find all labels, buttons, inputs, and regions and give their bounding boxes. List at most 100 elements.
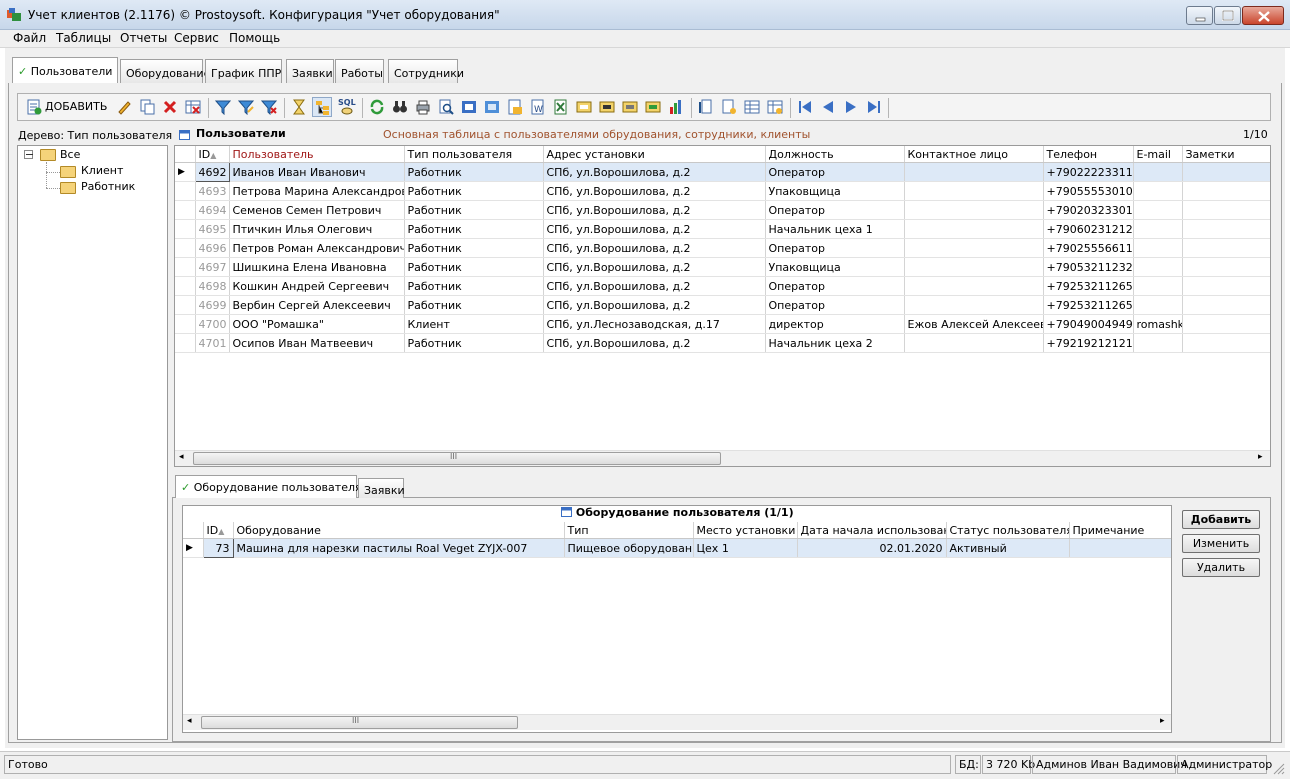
table-cell[interactable]: Упаковщица [765,181,905,201]
table-cell[interactable]: СПб, ул.Ворошилова, д.2 [543,181,766,201]
table-cell[interactable]: Осипов Иван Матвеевич [229,333,405,353]
table-cell[interactable]: СПб, ул.Ворошилова, д.2 [543,219,766,239]
column-header-id[interactable]: ID▲ [195,146,230,163]
column-header-user[interactable]: Пользователь [229,146,405,163]
export-dbf-icon[interactable] [645,99,661,115]
table-cell[interactable]: Кошкин Андрей Сергеевич [229,276,405,296]
table-cell[interactable]: Работник [404,181,544,201]
table-cell[interactable]: Шишкина Елена Ивановна [229,257,405,277]
table-cell[interactable]: +79253211265 [1043,295,1134,315]
column-header-phone[interactable]: Телефон [1043,146,1134,163]
table-cell[interactable]: Работник [404,238,544,258]
table-cell[interactable]: Начальник цеха 1 [765,219,905,239]
menu-service[interactable]: Сервис [174,31,219,45]
menu-reports[interactable]: Отчеты [120,31,167,45]
table-cell[interactable]: 4694 [195,200,230,220]
table-cell[interactable] [1133,257,1183,277]
table-cell[interactable] [1069,538,1171,558]
table-cell[interactable] [1182,333,1270,353]
table-cell[interactable]: Работник [404,219,544,239]
column-header-address[interactable]: Адрес установки [543,146,766,163]
table-cell[interactable]: +79053211232 [1043,257,1134,277]
tree-collapse-toggle[interactable] [24,150,33,159]
export-doc-icon[interactable] [484,99,500,115]
row-indicator[interactable] [175,276,196,296]
table-cell[interactable]: СПб, ул.Ворошилова, д.2 [543,162,766,182]
table-cell[interactable]: 4697 [195,257,230,277]
table-cell[interactable]: Оператор [765,238,905,258]
row-indicator[interactable] [175,295,196,315]
resize-grip-icon[interactable] [1272,762,1286,776]
column-header-user-status[interactable]: Статус пользователя [946,522,1070,539]
table-cell[interactable] [1182,219,1270,239]
table-cell[interactable] [1182,276,1270,296]
table-row[interactable]: 4697 Шишкина Елена Ивановна Работник СПб, у… [175,257,1270,277]
column-header-location[interactable]: Место установки [693,522,798,539]
sort-icon[interactable] [698,99,714,115]
table-row[interactable]: 4695 Птичкин Илья Олегович Работник СПб, ул… [175,219,1270,239]
table-cell[interactable]: 4693 [195,181,230,201]
table-cell[interactable] [1182,200,1270,220]
tab-requests[interactable]: Заявки [286,59,334,83]
column-header-email[interactable]: E-mail [1133,146,1183,163]
add-button[interactable]: ДОБАВИТЬ [26,98,110,116]
menu-help[interactable]: Помощь [229,31,280,45]
chart-icon[interactable] [668,99,684,115]
table-cell[interactable] [1182,257,1270,277]
table-cell[interactable]: Петрова Марина Александровна [229,181,405,201]
table-cell[interactable]: Петров Роман Александрович [229,238,405,258]
tab-user-equipment[interactable]: ✓ Оборудование пользователя [175,475,362,498]
scroll-right-icon[interactable]: ▸ [1160,716,1165,726]
table-cell[interactable]: Пищевое оборудование [564,538,694,558]
menu-tables[interactable]: Таблицы [56,31,111,45]
table-cell[interactable] [1133,295,1183,315]
export-xml-icon[interactable] [599,99,615,115]
column-header-type[interactable]: Тип [564,522,694,539]
columns-icon[interactable] [744,99,760,115]
last-record-icon[interactable] [866,99,882,115]
column-header-note[interactable]: Примечание [1069,522,1171,539]
refresh-icon[interactable] [369,99,385,115]
table-row[interactable]: 4700 ООО "Ромашка" Клиент СПб, ул.Леснозаво… [175,314,1270,334]
table-cell[interactable]: Цех 1 [693,538,798,558]
table-cell[interactable]: СПб, ул.Ворошилова, д.2 [543,333,766,353]
table-cell[interactable] [904,181,1044,201]
column-header-user-type[interactable]: Тип пользователя [404,146,544,163]
column-header-id[interactable]: ID▲ [203,522,234,539]
table-cell[interactable]: СПб, ул.Ворошилова, д.2 [543,200,766,220]
table-row[interactable]: 4701 Осипов Иван Матвеевич Работник СПб, ул… [175,333,1270,353]
table-row[interactable]: 4699 Вербин Сергей Алексеевич Работник СПб,… [175,295,1270,315]
tree-node-client[interactable]: Клиент [81,164,123,177]
filter-icon[interactable] [215,99,231,115]
table-cell[interactable]: Птичкин Илья Олегович [229,219,405,239]
edit-pencil-icon[interactable] [116,99,132,115]
table-cell[interactable]: Работник [404,333,544,353]
users-hscrollbar[interactable]: ◂ III ▸ [175,450,1270,466]
print-preview-icon[interactable] [438,99,454,115]
table-cell[interactable] [1133,162,1183,182]
table-cell[interactable]: Работник [404,257,544,277]
export-rtf-icon[interactable]: W [530,99,546,115]
current-row-indicator-icon[interactable]: ▶ [183,538,204,558]
table-cell[interactable]: Работник [404,295,544,315]
tree-toggle-button[interactable] [312,97,332,117]
table-cell[interactable]: 4699 [195,295,230,315]
table-cell[interactable]: +79022223311 [1043,162,1134,182]
tree-node-all[interactable]: Все [60,148,80,161]
row-indicator[interactable] [175,257,196,277]
scroll-thumb[interactable]: III [193,452,721,465]
settings-table-icon[interactable] [767,99,783,115]
table-cell[interactable]: Работник [404,200,544,220]
table-cell[interactable] [1182,181,1270,201]
table-cell[interactable]: 02.01.2020 [797,538,947,558]
print-icon[interactable] [415,99,431,115]
row-indicator[interactable] [175,238,196,258]
table-cell[interactable]: 4700 [195,314,230,334]
table-cell[interactable]: romashka [1133,314,1183,334]
row-indicator[interactable] [175,200,196,220]
copy-icon[interactable] [139,99,155,115]
table-cell[interactable] [1133,219,1183,239]
scroll-left-icon[interactable]: ◂ [187,716,192,726]
table-row[interactable]: ▶ 4692 Иванов Иван Иванович Работник СПб, ул… [175,162,1270,182]
menu-file[interactable]: Файл [13,31,46,45]
